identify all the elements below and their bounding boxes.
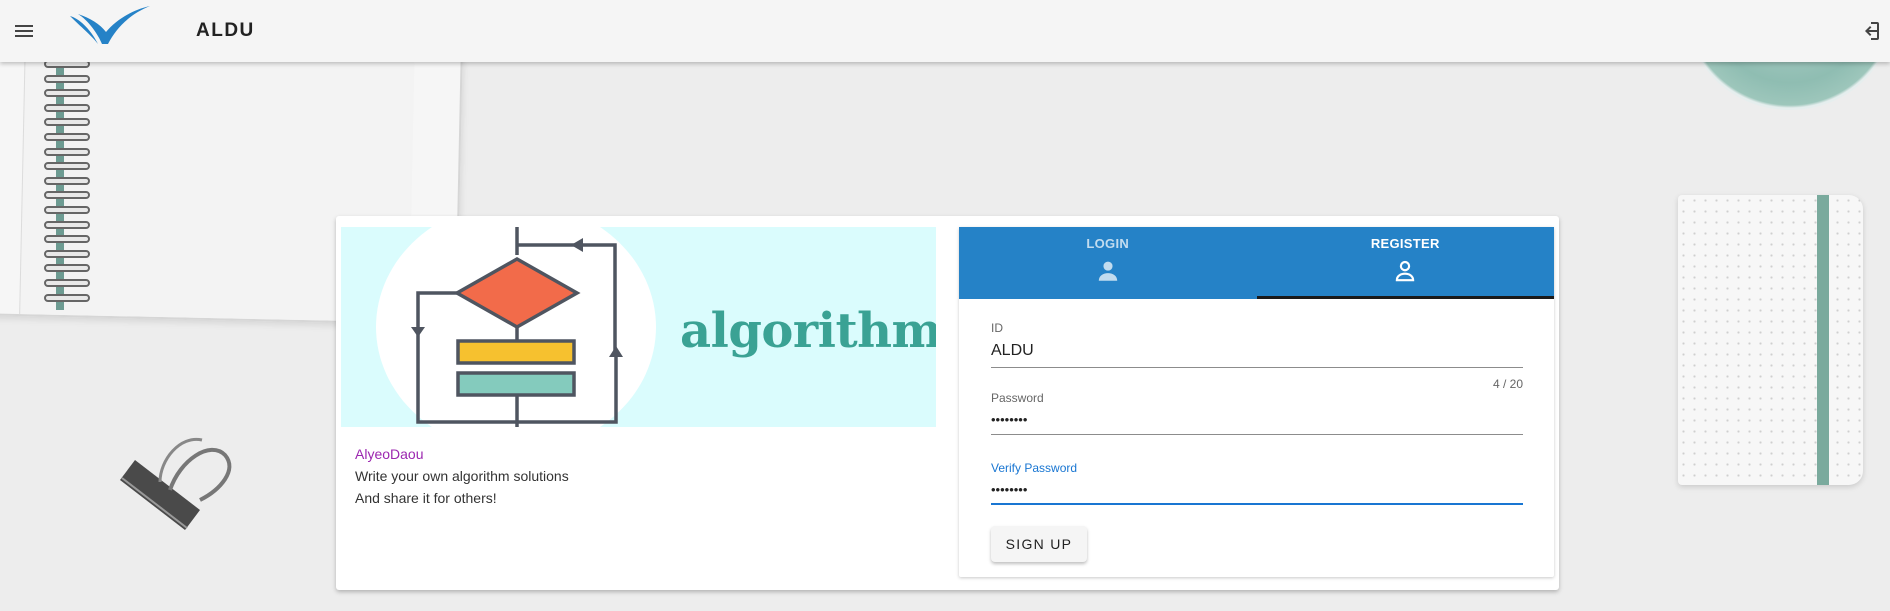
auth-tabs: LOGIN REGISTER: [959, 227, 1554, 299]
id-input[interactable]: [991, 337, 1523, 368]
person-outline-icon: [1396, 260, 1415, 282]
tab-login-label: LOGIN: [1086, 236, 1130, 251]
author-name: AlyeoDaou: [355, 446, 424, 462]
notebook-spiral: [44, 60, 90, 310]
sign-up-button[interactable]: SIGN UP: [991, 526, 1087, 562]
verify-password-label: Verify Password: [991, 461, 1078, 475]
app-bar: ALDU: [0, 0, 1890, 62]
id-field: ID 4 / 20: [991, 319, 1523, 391]
dotted-journal-decor: [1678, 195, 1863, 485]
hamburger-menu-icon[interactable]: [12, 19, 36, 43]
app-title: ALDU: [196, 20, 255, 41]
main-card: algorithm AlyeoDaou Write your own algor…: [336, 216, 1559, 590]
id-label: ID: [991, 321, 1003, 335]
person-filled-icon: [1098, 261, 1117, 281]
journal-band: [1817, 195, 1829, 485]
description-line-2: And share it for others!: [355, 490, 497, 506]
tab-register-label: REGISTER: [1370, 236, 1440, 251]
description-line-1: Write your own algorithm solutions: [355, 468, 569, 484]
auth-panel: LOGIN REGISTER ID 4 / 20 Password ••••: [959, 227, 1554, 577]
binder-clip-decor: [120, 437, 232, 530]
process-bar-yellow: [456, 339, 576, 365]
algorithm-banner: algorithm: [341, 227, 936, 427]
banner-word: algorithm: [680, 303, 936, 359]
bird-wing-logo: [70, 6, 150, 44]
process-bar-teal: [456, 371, 576, 397]
tab-login[interactable]: LOGIN: [959, 227, 1257, 299]
password-label: Password: [991, 391, 1044, 405]
password-input[interactable]: ••••••••: [991, 407, 1523, 435]
login-enter-icon[interactable]: [1858, 19, 1882, 43]
verify-password-field: Verify Password ••••••••: [991, 459, 1523, 505]
verify-password-input[interactable]: ••••••••: [991, 477, 1523, 505]
tab-register[interactable]: REGISTER: [1256, 227, 1555, 299]
password-field: Password ••••••••: [991, 389, 1523, 435]
